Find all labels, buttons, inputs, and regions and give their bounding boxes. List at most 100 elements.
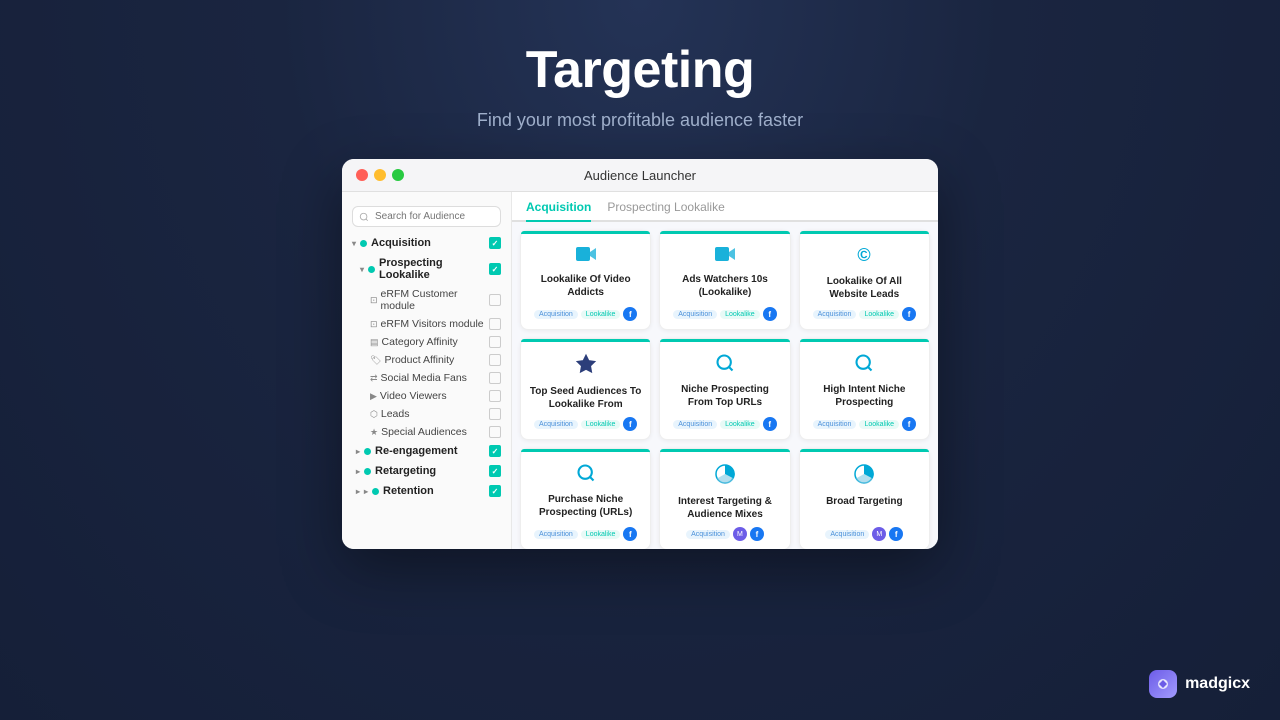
star-icon [575,353,597,381]
main-panel: Acquisition Prospecting Lookalike [512,192,938,549]
tab-prospecting-lookalike[interactable]: Prospecting Lookalike [607,200,724,222]
search-input[interactable] [352,206,501,227]
social-media-fans-checkbox[interactable] [489,372,501,384]
sidebar-item-erfm-visitors[interactable]: ⊡ eRFM Visitors module [342,315,511,333]
traffic-light-green[interactable] [392,169,404,181]
sidebar-label-erfm-visitors: eRFM Visitors module [381,318,484,330]
sidebar-item-leads[interactable]: ⬡ Leads [342,405,511,423]
video-viewers-checkbox[interactable] [489,390,501,402]
sidebar-label-video-viewers: Video Viewers [380,390,447,402]
tag-acquisition-7: Acquisition [534,530,578,539]
chevron-down-icon: ▾ [352,239,356,248]
card-top-border-2 [660,231,789,234]
fb-icon-9: f [889,527,903,541]
product-affinity-checkbox[interactable] [489,354,501,366]
sidebar-item-social-media-fans[interactable]: ⇄ Social Media Fans [342,369,511,387]
card-ads-watchers[interactable]: Ads Watchers 10s (Lookalike) Acquisition… [659,230,790,330]
sidebar: ▾ Acquisition ▾ Prospecting Lookalike ⊡ … [342,192,512,549]
sidebar-item-product-affinity[interactable]: 🏷 Product Affinity [342,351,511,369]
video-icon [575,245,597,269]
card-top-seed-audiences[interactable]: Top Seed Audiences To Lookalike From Acq… [520,338,651,440]
sidebar-item-erfm-customer[interactable]: ⊡ eRFM Customer module [342,285,511,315]
tag-acquisition-4: Acquisition [534,420,578,429]
special-audiences-checkbox[interactable] [489,426,501,438]
leads-icon: ⬡ [370,409,378,420]
traffic-light-yellow[interactable] [374,169,386,181]
sidebar-item-special-audiences[interactable]: ★ Special Audiences [342,423,511,441]
card-title-9: Broad Targeting [826,495,902,508]
page-title: Targeting [526,40,755,100]
erfm-customer-icon: ⊡ [370,295,378,306]
acquisition-checkbox[interactable] [489,237,501,249]
card-title-5: Niche Prospecting From Top URLs [668,383,781,409]
erfm-customer-checkbox[interactable] [489,294,501,306]
chevron-right-icon-2: ▸ [356,467,360,476]
sidebar-item-category-affinity[interactable]: ▤ Category Affinity [342,333,511,351]
erfm-visitors-checkbox[interactable] [489,318,501,330]
svg-text:©: © [858,245,871,265]
chevron-down-icon-2: ▾ [360,265,364,274]
retargeting-checkbox[interactable] [489,465,501,477]
card-tags-1: Acquisition Lookalike f [534,307,637,321]
tag-lookalike-7: Lookalike [581,530,621,539]
tag-lookalike-5: Lookalike [720,420,760,429]
card-purchase-niche[interactable]: Purchase Niche Prospecting (URLs) Acquis… [520,448,651,549]
window-title: Audience Launcher [584,168,696,183]
card-website-leads[interactable]: © Lookalike Of All Website Leads Acquisi… [799,230,930,330]
sidebar-item-retargeting[interactable]: ▸ Retargeting [342,461,511,481]
sidebar-item-video-viewers[interactable]: ▶ Video Viewers [342,387,511,405]
reengagement-checkbox[interactable] [489,445,501,457]
leads-checkbox[interactable] [489,408,501,420]
category-affinity-checkbox[interactable] [489,336,501,348]
chevron-right-icon: ▸ [356,447,360,456]
video-viewers-icon: ▶ [370,391,377,402]
tag-lookalike-2: Lookalike [720,310,760,319]
window-body: ▾ Acquisition ▾ Prospecting Lookalike ⊡ … [342,192,938,549]
sidebar-item-reengagement[interactable]: ▸ Re-engagement [342,441,511,461]
card-tags-9: Acquisition M f [825,527,903,541]
chevron-right-icon-3: ▸ [356,487,360,496]
card-top-border-8 [660,449,789,452]
card-tags-7: Acquisition Lookalike f [534,527,637,541]
search-icon-2 [854,353,874,379]
card-top-border-6 [800,339,929,342]
sidebar-label-prospecting: Prospecting Lookalike [379,257,485,281]
chevron-right-icon-3b: ▸ [364,487,368,496]
tabs-bar: Acquisition Prospecting Lookalike [512,192,938,222]
page-content: Targeting Find your most profitable audi… [0,0,1280,549]
card-interest-targeting[interactable]: Interest Targeting & Audience Mixes Acqu… [659,448,790,549]
retargeting-dot [364,468,371,475]
sidebar-item-prospecting-lookalike[interactable]: ▾ Prospecting Lookalike [342,253,511,285]
card-niche-prospecting-urls[interactable]: Niche Prospecting From Top URLs Acquisit… [659,338,790,440]
card-high-intent-niche[interactable]: High Intent Niche Prospecting Acquisitio… [799,338,930,440]
card-title-2: Ads Watchers 10s (Lookalike) [668,273,781,299]
erfm-visitors-icon: ⊡ [370,319,378,330]
sidebar-label-acquisition: Acquisition [371,237,431,249]
fb-icon-7: f [623,527,637,541]
prospecting-checkbox[interactable] [489,263,501,275]
fb-icon-6: f [902,417,916,431]
sidebar-label-retargeting: Retargeting [375,465,436,477]
madgicx-icon-8: M [733,527,747,541]
pie-icon-2 [853,463,875,491]
logo-text: madgicx [1185,675,1250,693]
traffic-light-red[interactable] [356,169,368,181]
acquisition-dot [360,240,367,247]
card-tags-5: Acquisition Lookalike f [673,417,776,431]
retention-checkbox[interactable] [489,485,501,497]
sidebar-item-retention[interactable]: ▸ ▸ Retention [342,481,511,501]
app-window: Audience Launcher ▾ Acquisition ▾ [342,159,938,549]
tag-acquisition-9: Acquisition [825,530,869,539]
video-icon-2 [714,245,736,269]
product-affinity-icon: 🏷 [370,355,381,366]
card-broad-targeting[interactable]: Broad Targeting Acquisition M f [799,448,930,549]
fb-icon-1: f [623,307,637,321]
sidebar-item-acquisition[interactable]: ▾ Acquisition [342,233,511,253]
page-subtitle: Find your most profitable audience faste… [477,110,803,131]
pie-icon [714,463,736,491]
tab-acquisition[interactable]: Acquisition [526,200,591,222]
fb-icon-8: f [750,527,764,541]
card-lookalike-video-addicts[interactable]: Lookalike Of Video Addicts Acquisition L… [520,230,651,330]
card-title-1: Lookalike Of Video Addicts [529,273,642,299]
card-top-border [521,231,650,234]
